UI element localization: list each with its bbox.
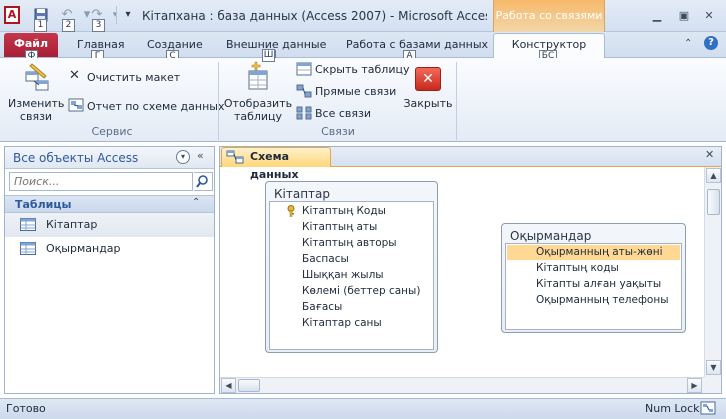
search-icon [196, 175, 208, 188]
field-item[interactable]: Кітаптың аты [302, 221, 377, 233]
show-table-button[interactable]: Ш Отобразить таблицу [223, 49, 293, 123]
hide-table-button[interactable]: Скрыть таблицу [296, 61, 410, 79]
nav-item-okyrmandar[interactable]: Оқырмандар [5, 237, 214, 261]
close-window-button[interactable]: ✕ [700, 8, 718, 24]
relationships-icon [226, 150, 244, 164]
close-label: Закрыть [403, 97, 453, 110]
clear-layout-label: Очистить макет [87, 71, 181, 84]
ribbon-separator [218, 62, 219, 140]
table-title: Оқырмандар [510, 229, 592, 243]
keytip-show-table: Ш [262, 49, 275, 62]
close-document-icon[interactable]: ✕ [705, 148, 714, 161]
horizontal-scroll-thumb[interactable] [238, 379, 260, 392]
show-table-icon [248, 61, 268, 90]
vertical-scroll-thumb[interactable] [707, 189, 720, 215]
ribbon-separator [456, 62, 457, 140]
scroll-corner [704, 377, 721, 393]
scroll-left-button[interactable]: ◀ [221, 378, 236, 393]
table-icon [20, 218, 36, 231]
table-title: Кітаптар [274, 187, 331, 201]
field-item[interactable]: Кітаптың Коды [302, 205, 386, 217]
field-item[interactable]: Баспасы [302, 253, 349, 265]
scroll-down-button[interactable]: ▼ [706, 360, 721, 375]
access-app-icon[interactable]: A [4, 6, 20, 24]
keytip-1: 1 [34, 19, 47, 32]
primary-key-icon [287, 205, 295, 217]
nav-group-tables[interactable]: Таблицы ⌃ [5, 195, 214, 213]
field-item[interactable]: Көлемі (беттер саны) [302, 285, 420, 297]
collapse-group-icon[interactable]: ⌃ [192, 197, 200, 208]
status-bar: Готово Num Lock [0, 398, 726, 419]
horizontal-scrollbar[interactable]: ◀ ▶ [220, 377, 704, 393]
table-box-okyrmandar[interactable]: Оқырмандар Оқырманның аты-жөні Кітаптың … [501, 223, 686, 333]
num-lock-indicator: Num Lock [645, 402, 700, 415]
field-item[interactable]: Кітаптың авторы [302, 237, 397, 249]
direct-relations-label: Прямые связи [315, 85, 397, 98]
field-list: Кітаптың Коды Кітаптың аты Кітаптың авто… [269, 201, 434, 350]
show-table-label: Отобразить таблицу [223, 97, 293, 123]
nav-group-title: Таблицы [15, 198, 72, 211]
design-view-icon[interactable] [700, 401, 716, 415]
direct-relations-button[interactable]: Прямые связи [296, 83, 406, 101]
close-schema-button[interactable]: ✕ Закрыть [402, 60, 454, 122]
schema-report-icon [68, 98, 84, 112]
nav-pane-title: Все объекты Access [13, 151, 139, 165]
field-item[interactable]: Бағасы [302, 301, 342, 313]
nav-search-input[interactable] [9, 172, 193, 191]
close-icon: ✕ [415, 67, 441, 91]
nav-pane-header[interactable]: Все объекты Access ▾ « [5, 147, 214, 169]
qa-separator [116, 6, 117, 24]
help-icon[interactable]: ? [704, 36, 718, 50]
nav-menu-dropdown-icon[interactable]: ▾ [176, 150, 190, 164]
nav-item-label: Оқырмандар [46, 242, 121, 255]
all-relations-icon [296, 106, 312, 120]
all-relations-button[interactable]: Все связи [296, 105, 406, 123]
minimize-button[interactable]: ▁ [648, 8, 666, 24]
keytip-2: 2 [62, 19, 75, 32]
nav-search-button[interactable] [194, 172, 213, 191]
scroll-right-button[interactable]: ▶ [687, 378, 702, 393]
window-title: Кітапхана : база данных (Access 2007) - … [142, 9, 487, 23]
keytip-3: 3 [92, 19, 105, 32]
edit-relations-label: Изменить связи [8, 97, 65, 123]
field-item[interactable]: Кітапты алған уақыты [536, 278, 661, 290]
clear-layout-icon: ✕ [69, 68, 80, 83]
edit-relations-button[interactable]: Изменить связи [8, 60, 65, 123]
field-item[interactable]: Шыққан жылы [302, 269, 384, 281]
nav-item-kitaptar[interactable]: Кітаптар [5, 213, 214, 237]
schema-report-label: Отчет по схеме данных [87, 100, 225, 113]
clear-layout-button[interactable]: ✕ Очистить макет [68, 68, 180, 86]
all-relations-label: Все связи [315, 107, 372, 120]
tab-external-data[interactable]: Внешние данные [226, 38, 326, 51]
scroll-up-button[interactable]: ▲ [706, 168, 721, 183]
direct-relations-icon [296, 84, 312, 98]
customize-qa-icon[interactable]: ▾ [119, 6, 137, 26]
field-item[interactable]: Кітаптың коды [536, 262, 619, 274]
group-label-relations: Связи [321, 125, 355, 138]
field-item[interactable]: Оқырманның телефоны [536, 294, 669, 306]
table-icon [20, 242, 36, 255]
field-list: Оқырманның аты-жөні Кітаптың коды Кітапт… [505, 243, 682, 330]
contextual-tab-group: Работа со связями [493, 0, 605, 32]
status-text: Готово [6, 402, 46, 415]
nav-item-label: Кітаптар [46, 218, 98, 231]
tab-database-tools[interactable]: Работа с базами данных [346, 38, 488, 51]
schema-report-button[interactable]: Отчет по схеме данных [68, 97, 224, 115]
hide-table-icon [296, 62, 312, 76]
group-label-service: Сервис [91, 125, 133, 138]
table-box-kitaptar[interactable]: Кітаптар Кітаптың Коды Кітаптың аты Кіта… [265, 181, 438, 353]
minimize-ribbon-icon[interactable]: ⌃ [684, 38, 692, 49]
field-item[interactable]: Кітаптар саны [302, 317, 382, 329]
maximize-button[interactable]: ▣ [675, 8, 693, 24]
hide-table-label: Скрыть таблицу [315, 63, 410, 76]
field-item[interactable]: Оқырманның аты-жөні [536, 246, 663, 258]
vertical-scrollbar[interactable]: ▲ ▼ [704, 167, 721, 377]
edit-relations-icon [25, 63, 49, 91]
collapse-nav-icon[interactable]: « [197, 149, 204, 162]
